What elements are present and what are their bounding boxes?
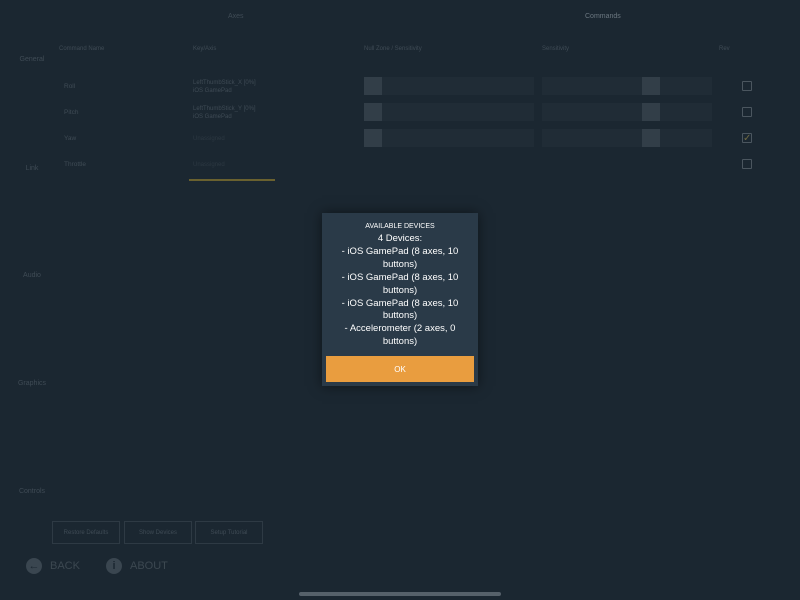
sensitivity-slider[interactable] <box>542 77 712 95</box>
dialog-title: AVAILABLE DEVICES <box>365 223 435 230</box>
null-zone-slider[interactable] <box>364 77 534 95</box>
dialog-body: 4 Devices: - iOS GamePad (8 axes, 10 but… <box>322 233 478 349</box>
sidebar-item-controls[interactable]: Controls <box>0 488 64 495</box>
tab-commands[interactable]: Commands <box>585 13 621 20</box>
null-zone-slider-handle[interactable] <box>364 103 382 121</box>
info-icon: i <box>106 558 122 574</box>
show-devices-button[interactable]: Show Devices <box>124 521 192 544</box>
dialog-line: - iOS GamePad (8 axes, 10 <box>341 245 459 257</box>
row-key-axis-line1: Unassigned <box>193 162 225 168</box>
sidebar-item-audio[interactable]: Audio <box>0 272 64 279</box>
header-null-zone: Null Zone / Sensitivity <box>364 46 422 52</box>
sidebar-item-graphics[interactable]: Graphics <box>0 380 64 387</box>
row-key-axis-line1: LeftThumbStick_Y [0%] <box>193 106 256 112</box>
dialog-line: - iOS GamePad (8 axes, 10 <box>341 271 459 283</box>
tab-axes[interactable]: Axes <box>228 13 244 20</box>
rev-checkbox[interactable] <box>742 107 752 117</box>
dialog-line: buttons) <box>382 284 418 296</box>
header-sensitivity: Sensitivity <box>542 46 570 52</box>
row-key-axis[interactable]: Unassigned <box>193 161 225 169</box>
sensitivity-slider[interactable] <box>542 129 712 147</box>
row-key-axis-line1: LeftThumbStick_X [0%] <box>193 80 256 86</box>
sensitivity-slider-handle[interactable] <box>642 77 660 95</box>
available-devices-dialog: AVAILABLE DEVICES 4 Devices: - iOS GameP… <box>322 213 478 386</box>
about-button[interactable]: i ABOUT <box>106 556 168 576</box>
sidebar-item-general[interactable]: General <box>0 56 64 63</box>
checkmark-icon: ✓ <box>743 133 752 144</box>
about-label: ABOUT <box>130 560 168 572</box>
back-button[interactable]: ← BACK <box>26 556 80 576</box>
sensitivity-slider[interactable] <box>542 103 712 121</box>
null-zone-slider-handle[interactable] <box>364 129 382 147</box>
row-key-axis-line2: iOS GamePad <box>193 114 232 120</box>
header-rev: Rev <box>719 46 730 52</box>
sensitivity-slider-handle[interactable] <box>642 129 660 147</box>
row-command-name: Roll <box>64 83 76 90</box>
back-arrow-icon: ← <box>26 558 42 574</box>
row-key-axis[interactable]: LeftThumbStick_Y [0%] iOS GamePad <box>193 105 256 121</box>
row-key-axis-line1: Unassigned <box>193 136 225 142</box>
ok-button[interactable]: OK <box>326 356 474 382</box>
dialog-line: buttons) <box>382 310 418 322</box>
row-command-name: Pitch <box>64 109 79 116</box>
row-key-axis[interactable]: Unassigned <box>193 135 225 143</box>
home-indicator[interactable] <box>299 592 501 596</box>
sidebar-item-link[interactable]: Link <box>0 165 64 172</box>
dialog-line: - Accelerometer (2 axes, 0 <box>344 323 456 335</box>
dialog-line: buttons) <box>382 258 418 270</box>
active-field-underline <box>189 179 275 181</box>
row-command-name: Yaw <box>64 135 77 142</box>
rev-checkbox[interactable] <box>742 159 752 169</box>
null-zone-slider[interactable] <box>364 129 534 147</box>
dialog-line: 4 Devices: <box>377 233 423 244</box>
dialog-line: buttons) <box>382 336 418 348</box>
null-zone-slider[interactable] <box>364 103 534 121</box>
header-command-name: Command Name <box>59 46 105 52</box>
setup-tutorial-button[interactable]: Setup Tutorial <box>195 521 263 544</box>
sensitivity-slider-handle[interactable] <box>642 103 660 121</box>
row-key-axis[interactable]: LeftThumbStick_X [0%] iOS GamePad <box>193 79 256 95</box>
header-key-axis: Key/Axis <box>193 46 217 52</box>
top-tabs: Axes Commands <box>0 0 800 36</box>
rev-checkbox[interactable]: ✓ <box>742 133 752 144</box>
dialog-line: - iOS GamePad (8 axes, 10 <box>341 297 459 309</box>
rev-checkbox[interactable] <box>742 81 752 91</box>
null-zone-slider-handle[interactable] <box>364 77 382 95</box>
row-key-axis-line2: iOS GamePad <box>193 88 232 94</box>
row-command-name: Throttle <box>64 161 87 168</box>
back-label: BACK <box>50 560 80 572</box>
restore-defaults-button[interactable]: Restore Defaults <box>52 521 120 544</box>
